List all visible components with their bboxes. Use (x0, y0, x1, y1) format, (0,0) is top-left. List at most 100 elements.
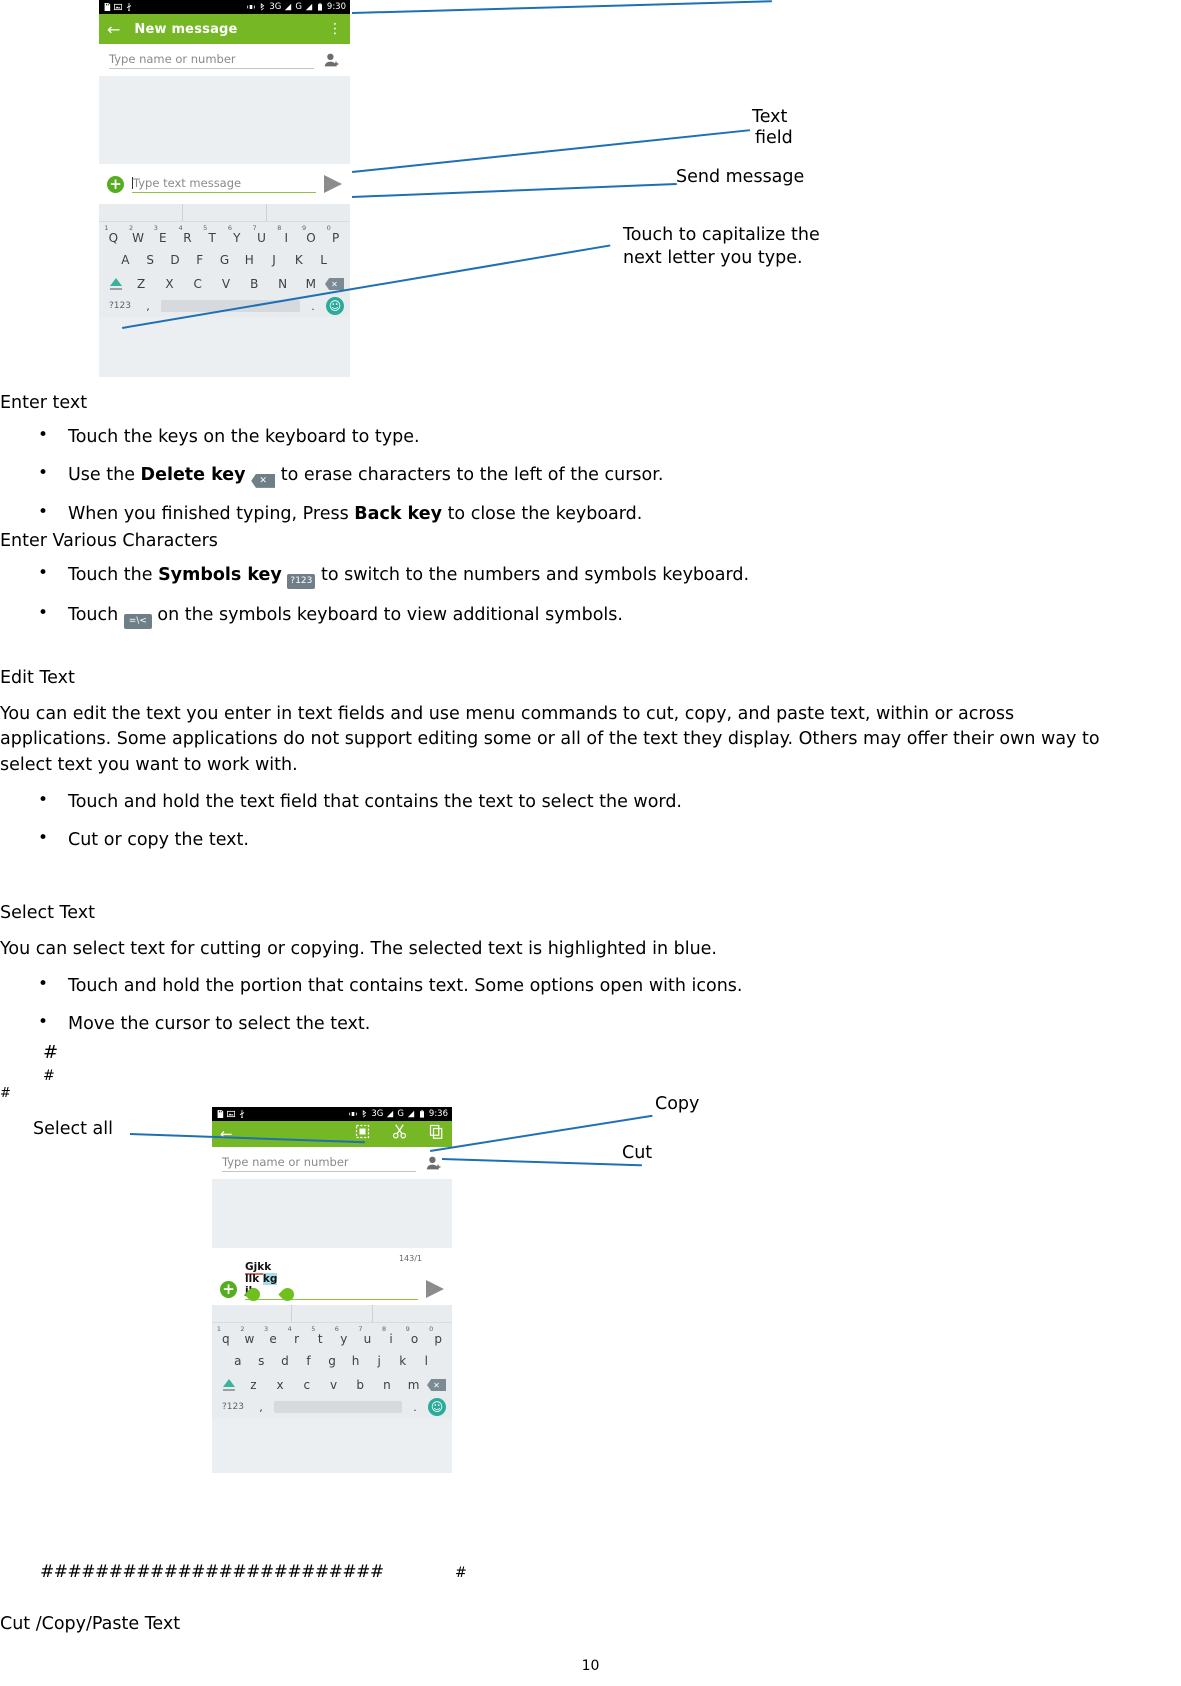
delete-key-icon[interactable]: ✕ (324, 278, 344, 290)
overflow-menu-icon[interactable]: ⋮ (328, 21, 342, 37)
suggestion-strip[interactable] (212, 1305, 452, 1323)
key-W[interactable]: 2W (126, 224, 151, 245)
key-U[interactable]: 7U (249, 224, 274, 245)
key-Q[interactable]: 1Q (101, 224, 126, 245)
key-R[interactable]: 4R (175, 224, 200, 245)
send-button-icon[interactable] (324, 175, 342, 193)
hash-row: ######################### (40, 1562, 384, 1582)
key-r[interactable]: 4r (285, 1325, 309, 1346)
battery-icon (419, 1110, 424, 1118)
key-D[interactable]: D (163, 253, 188, 267)
key-j[interactable]: j (367, 1354, 391, 1368)
key-M[interactable]: M (297, 277, 325, 291)
shift-key-icon[interactable] (218, 1377, 240, 1393)
key-I[interactable]: 8I (274, 224, 299, 245)
key-u[interactable]: 7u (356, 1325, 380, 1346)
network-g-label: G (397, 1109, 404, 1119)
copy-icon[interactable] (429, 1124, 444, 1144)
key-f[interactable]: f (297, 1354, 321, 1368)
key-H[interactable]: H (237, 253, 262, 267)
key-m[interactable]: m (400, 1378, 427, 1392)
list-item: Cut or copy the text. (0, 828, 1181, 852)
key-z[interactable]: z (240, 1378, 267, 1392)
callout-text-field: Text field (752, 107, 793, 149)
key-E[interactable]: 3E (150, 224, 175, 245)
symbols-key[interactable]: ?123 (105, 301, 135, 311)
recipient-input[interactable]: Type name or number (222, 1155, 416, 1172)
emoji-key-icon[interactable]: ☺ (428, 1398, 446, 1416)
key-Z[interactable]: Z (127, 277, 155, 291)
add-contact-icon[interactable] (324, 52, 340, 68)
add-contact-icon[interactable] (426, 1155, 442, 1171)
network-3g-label: 3G (371, 1109, 384, 1119)
period-key[interactable]: . (408, 1401, 422, 1414)
key-G[interactable]: G (212, 253, 237, 267)
key-k[interactable]: k (391, 1354, 415, 1368)
key-s[interactable]: s (250, 1354, 274, 1368)
key-g[interactable]: g (320, 1354, 344, 1368)
key-i[interactable]: 8i (379, 1325, 403, 1346)
space-key[interactable] (274, 1401, 402, 1413)
key-y[interactable]: 6y (332, 1325, 356, 1346)
leader-line-cut (441, 1158, 642, 1167)
key-d[interactable]: d (273, 1354, 297, 1368)
key-B[interactable]: B (240, 277, 268, 291)
document-page: 3G G 9:30 ← New message ⋮ Type name or n… (0, 0, 1181, 1686)
list-item: Touch and hold the portion that contains… (0, 974, 1181, 998)
key-n[interactable]: n (374, 1378, 401, 1392)
comma-key[interactable]: , (141, 300, 155, 313)
back-arrow-icon[interactable]: ← (220, 1125, 233, 1143)
key-c[interactable]: c (293, 1378, 320, 1392)
key-L[interactable]: L (311, 253, 336, 267)
key-O[interactable]: 9O (299, 224, 324, 245)
message-input[interactable]: Type text message (132, 176, 316, 193)
keyboard-row-2: a s d f g h j k l (212, 1350, 452, 1372)
key-t[interactable]: 5t (308, 1325, 332, 1346)
suggestion-strip[interactable] (99, 204, 350, 222)
image-icon (227, 1110, 235, 1118)
send-button-icon[interactable] (426, 1280, 444, 1298)
key-a[interactable]: a (226, 1354, 250, 1368)
key-F[interactable]: F (187, 253, 212, 267)
callout-capitalize: Touch to capitalize the next letter you … (623, 224, 893, 270)
attach-plus-icon[interactable]: + (220, 1281, 237, 1298)
key-b[interactable]: b (347, 1378, 374, 1392)
key-S[interactable]: S (138, 253, 163, 267)
recipient-input[interactable]: Type name or number (109, 52, 314, 69)
key-K[interactable]: K (286, 253, 311, 267)
symbols-key[interactable]: ?123 (218, 1402, 248, 1412)
cut-icon[interactable] (392, 1124, 407, 1144)
comma-key[interactable]: , (254, 1401, 268, 1414)
emoji-key-icon[interactable]: ☺ (326, 297, 344, 315)
key-Y[interactable]: 6Y (225, 224, 250, 245)
shift-key-icon[interactable] (105, 276, 127, 292)
key-w[interactable]: 2w (238, 1325, 262, 1346)
key-label: W (132, 231, 144, 245)
delete-key-icon[interactable]: ✕ (427, 1379, 447, 1391)
section-enter-text: Enter text Touch the keys on the keyboar… (0, 393, 1181, 542)
key-p[interactable]: 0p (426, 1325, 450, 1346)
hash-mark-2: # (43, 1068, 55, 1084)
key-o[interactable]: 9o (403, 1325, 427, 1346)
key-v[interactable]: v (320, 1378, 347, 1392)
key-N[interactable]: N (268, 277, 296, 291)
key-l[interactable]: l (414, 1354, 438, 1368)
key-X[interactable]: X (155, 277, 183, 291)
key-C[interactable]: C (184, 277, 212, 291)
key-x[interactable]: x (267, 1378, 294, 1392)
attach-plus-icon[interactable]: + (107, 175, 124, 193)
key-V[interactable]: V (212, 277, 240, 291)
key-hint: 1 (216, 1325, 221, 1333)
period-key[interactable]: . (306, 300, 320, 313)
status-left-icons (103, 3, 133, 11)
key-q[interactable]: 1q (214, 1325, 238, 1346)
key-A[interactable]: A (113, 253, 138, 267)
key-T[interactable]: 5T (200, 224, 225, 245)
message-input[interactable]: Gjkk llk kg jh (244, 1260, 418, 1304)
key-P[interactable]: 0P (323, 224, 348, 245)
key-e[interactable]: 3e (261, 1325, 285, 1346)
back-arrow-icon[interactable]: ← (107, 20, 120, 39)
app-bar: ← New message ⋮ (99, 14, 350, 44)
key-h[interactable]: h (344, 1354, 368, 1368)
key-J[interactable]: J (262, 253, 287, 267)
